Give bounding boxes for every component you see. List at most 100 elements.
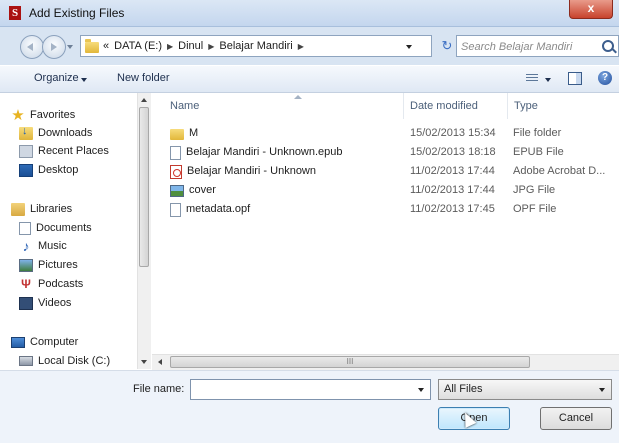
- chevron-right-icon[interactable]: ▶: [167, 40, 173, 54]
- nav-item-pictures[interactable]: Pictures: [19, 256, 78, 274]
- recent-pages-dropdown-icon[interactable]: [67, 45, 73, 49]
- address-dropdown-icon[interactable]: [406, 45, 412, 49]
- videos-icon: [19, 296, 33, 310]
- breadcrumb-item-dinul[interactable]: Dinul: [178, 40, 203, 54]
- nav-item-label: Pictures: [38, 259, 78, 271]
- column-header-date-modified[interactable]: Date modified: [404, 93, 508, 119]
- file-row[interactable]: Belajar Mandiri - Unknown.epub 15/02/201…: [152, 143, 619, 162]
- help-icon[interactable]: ?: [598, 71, 612, 85]
- file-type: OPF File: [513, 203, 557, 215]
- forward-button[interactable]: [42, 35, 66, 59]
- file-date: 11/02/2013 17:45: [410, 203, 495, 215]
- breadcrumb-item-belajar-mandiri[interactable]: Belajar Mandiri: [219, 40, 292, 54]
- scroll-thumb[interactable]: III: [170, 356, 530, 368]
- chevron-down-icon[interactable]: [599, 388, 605, 392]
- file-type: JPG File: [513, 184, 556, 196]
- scroll-thumb[interactable]: [139, 107, 149, 267]
- nav-item-label: Videos: [38, 297, 72, 309]
- nav-computer[interactable]: Computer: [11, 333, 78, 351]
- column-header-label: Date modified: [410, 100, 478, 112]
- music-icon: ♪: [22, 237, 30, 254]
- nav-computer-label: Computer: [30, 336, 79, 348]
- folder-icon: [85, 39, 99, 53]
- new-folder-button[interactable]: New folder: [117, 72, 170, 84]
- address-bar[interactable]: « DATA (E:) ▶ Dinul ▶ Belajar Mandiri ▶: [80, 35, 432, 57]
- window-title: Add Existing Files: [29, 6, 125, 20]
- chevron-down-icon[interactable]: [81, 78, 87, 82]
- organize-button[interactable]: Organize: [34, 72, 79, 84]
- file-type: File folder: [513, 127, 562, 139]
- refresh-button[interactable]: ↻: [437, 35, 457, 57]
- breadcrumb-overflow[interactable]: «: [103, 40, 109, 54]
- file-row[interactable]: metadata.opf 11/02/2013 17:45 OPF File: [152, 200, 619, 219]
- column-header-label: Name: [170, 100, 200, 112]
- nav-item-label: Documents: [36, 222, 92, 234]
- pictures-icon: [19, 258, 33, 272]
- computer-icon: [11, 336, 25, 348]
- scroll-left-icon[interactable]: [158, 359, 162, 365]
- breadcrumb: « DATA (E:) ▶ Dinul ▶ Belajar Mandiri ▶: [103, 40, 304, 54]
- title-bar: S Add Existing Files x: [0, 0, 619, 27]
- app-logo-icon: S: [9, 6, 21, 20]
- chevron-right-icon[interactable]: ▶: [298, 40, 304, 54]
- file-name-dropdown-icon[interactable]: [418, 388, 424, 392]
- desktop-icon: [19, 163, 33, 177]
- file-icon: [170, 145, 181, 160]
- file-date: 15/02/2013 18:18: [410, 146, 496, 158]
- preview-pane-icon[interactable]: [568, 72, 582, 85]
- command-bar: Organize New folder ?: [0, 66, 619, 93]
- nav-libraries-label: Libraries: [30, 203, 73, 215]
- search-box[interactable]: [456, 35, 619, 58]
- nav-item-label: Music: [38, 240, 67, 252]
- breadcrumb-item-data-drive[interactable]: DATA (E:): [114, 40, 162, 54]
- nav-item-documents[interactable]: Documents: [19, 219, 92, 237]
- search-input[interactable]: [457, 36, 603, 58]
- documents-icon: [19, 221, 31, 235]
- nav-item-local-disk[interactable]: Local Disk (C:): [19, 352, 110, 369]
- file-icon: [170, 202, 181, 217]
- file-row[interactable]: Belajar Mandiri - Unknown 11/02/2013 17:…: [152, 162, 619, 181]
- nav-item-label: Podcasts: [38, 278, 84, 290]
- file-type: EPUB File: [513, 146, 564, 158]
- libraries-icon: [11, 202, 25, 216]
- close-button[interactable]: x: [569, 0, 613, 19]
- file-name-label: File name:: [133, 383, 185, 395]
- nav-item-desktop[interactable]: Desktop: [19, 161, 78, 179]
- navigation-scrollbar[interactable]: [137, 93, 151, 369]
- nav-item-music[interactable]: ♪ Music: [19, 237, 67, 255]
- nav-item-label: Desktop: [38, 164, 79, 176]
- nav-item-downloads[interactable]: Downloads: [19, 124, 92, 142]
- search-icon[interactable]: [602, 40, 614, 52]
- navigation-pane: ★ Favorites Downloads Recent Places Desk…: [0, 93, 147, 369]
- nav-item-label: Local Disk (C:): [38, 355, 111, 367]
- cancel-button[interactable]: Cancel: [540, 407, 612, 430]
- nav-item-videos[interactable]: Videos: [19, 294, 71, 312]
- nav-item-podcasts[interactable]: Ψ Podcasts: [19, 275, 83, 293]
- file-date: 11/02/2013 17:44: [410, 184, 495, 196]
- file-name-input[interactable]: [190, 379, 431, 400]
- nav-libraries[interactable]: Libraries: [11, 200, 72, 218]
- scroll-down-icon[interactable]: [141, 360, 147, 364]
- chevron-right-icon[interactable]: ▶: [208, 40, 214, 54]
- back-button[interactable]: [20, 35, 44, 59]
- image-icon: [170, 184, 184, 197]
- address-row: « DATA (E:) ▶ Dinul ▶ Belajar Mandiri ▶ …: [0, 27, 619, 65]
- file-name: M: [189, 127, 199, 139]
- file-row[interactable]: cover 11/02/2013 17:44 JPG File: [152, 181, 619, 200]
- drive-icon: [19, 356, 33, 366]
- change-view-icon[interactable]: [526, 74, 538, 83]
- nav-favorites[interactable]: ★ Favorites: [11, 106, 75, 124]
- column-header-name[interactable]: Name: [164, 93, 404, 119]
- nav-item-recent-places[interactable]: Recent Places: [19, 142, 109, 160]
- horizontal-scrollbar[interactable]: III: [152, 354, 619, 370]
- file-type-selected: All Files: [444, 383, 483, 395]
- file-dialog-footer: File name: All Files Open Cancel: [0, 370, 619, 443]
- nav-item-label: Recent Places: [38, 145, 109, 157]
- file-name: metadata.opf: [186, 203, 251, 215]
- scroll-up-icon[interactable]: [141, 98, 147, 102]
- file-row[interactable]: M 15/02/2013 15:34 File folder: [152, 124, 619, 143]
- file-type-select[interactable]: All Files: [438, 379, 612, 400]
- recent-places-icon: [19, 144, 33, 158]
- column-header-type[interactable]: Type: [508, 93, 619, 119]
- views-dropdown-icon[interactable]: [545, 78, 551, 82]
